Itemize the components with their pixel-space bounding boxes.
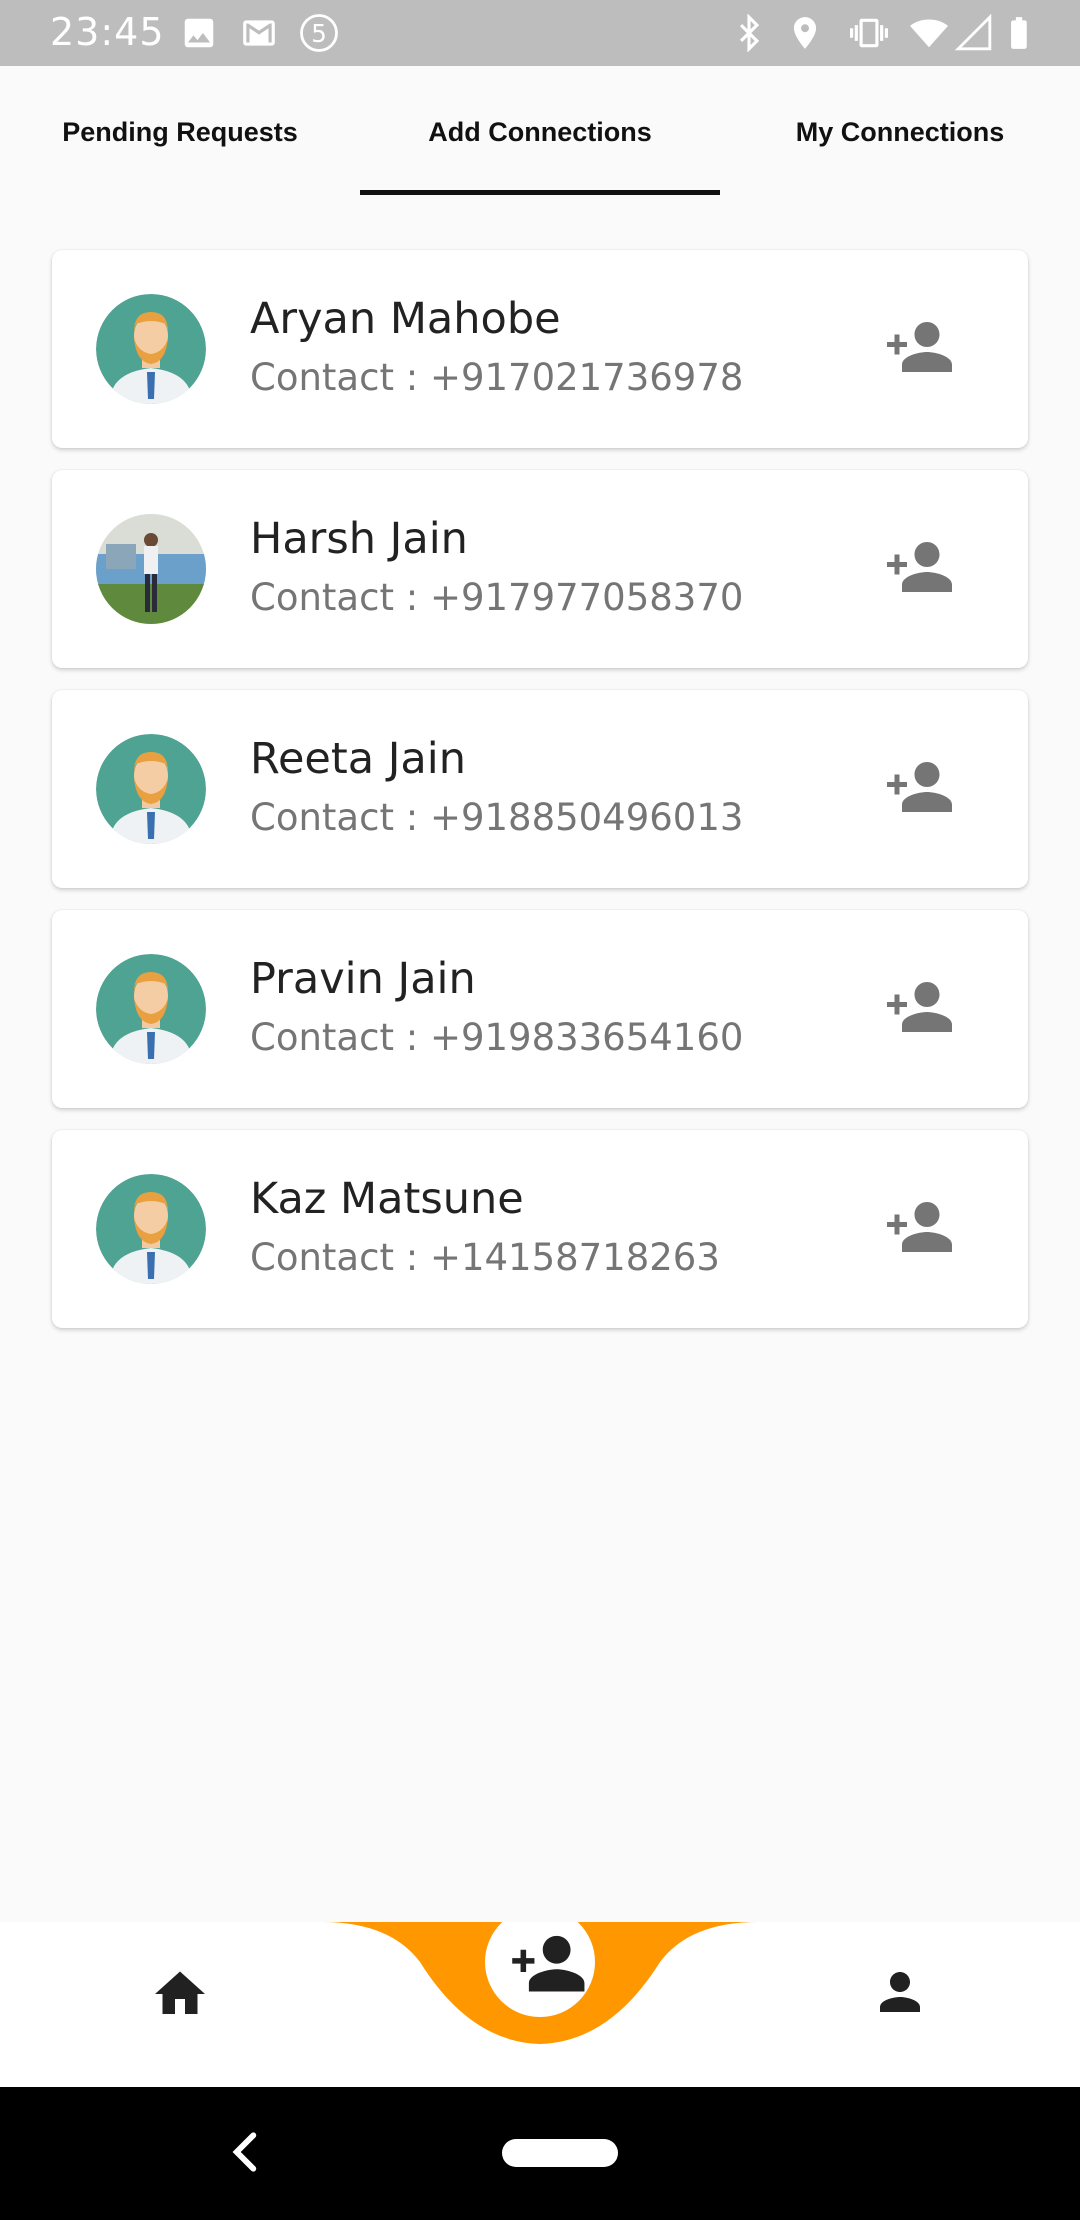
gmail-icon	[243, 20, 275, 46]
vibrate-icon	[850, 18, 888, 48]
system-navigation-bar	[0, 2087, 1080, 2220]
add-person-nav-icon[interactable]	[485, 1922, 595, 2022]
contact-card: Harsh Jain Contact : +917977058370	[52, 470, 1028, 668]
wifi-icon	[910, 19, 948, 48]
image-icon	[184, 18, 214, 48]
battery-icon	[1011, 17, 1027, 49]
contact-number: Contact : +14158718263	[250, 1236, 720, 1279]
person-icon[interactable]	[870, 1962, 930, 2022]
back-icon[interactable]	[225, 2127, 265, 2177]
svg-text:5: 5	[311, 19, 327, 48]
photo-avatar	[96, 514, 206, 624]
contact-name: Harsh Jain	[250, 514, 468, 564]
add-person-icon[interactable]	[882, 319, 952, 375]
contact-number: Contact : +917021736978	[250, 356, 744, 399]
tab-bar: Pending Requests Add Connections My Conn…	[0, 66, 1080, 198]
contact-card: Aryan Mahobe Contact : +917021736978	[52, 250, 1028, 448]
contact-name: Aryan Mahobe	[250, 294, 561, 344]
contact-number: Contact : +919833654160	[250, 1016, 744, 1059]
contact-card: Pravin Jain Contact : +919833654160	[52, 910, 1028, 1108]
default-avatar	[96, 1174, 206, 1284]
contact-list: Aryan Mahobe Contact : +917021736978 Har…	[52, 250, 1028, 1350]
home-icon[interactable]	[150, 1964, 210, 2024]
contact-card: Reeta Jain Contact : +918850496013	[52, 690, 1028, 888]
active-tab-indicator	[360, 190, 720, 195]
add-person-icon[interactable]	[882, 759, 952, 815]
signal-icon	[955, 14, 992, 51]
location-icon	[793, 17, 817, 49]
add-person-icon[interactable]	[882, 1199, 952, 1255]
contact-number: Contact : +918850496013	[250, 796, 744, 839]
tab-add-connections[interactable]: Add Connections	[360, 66, 720, 198]
default-avatar	[96, 954, 206, 1064]
contact-name: Reeta Jain	[250, 734, 466, 784]
contact-name: Kaz Matsune	[250, 1174, 524, 1224]
tab-pending-requests[interactable]: Pending Requests	[0, 66, 360, 198]
contact-card: Kaz Matsune Contact : +14158718263	[52, 1130, 1028, 1328]
contact-number: Contact : +917977058370	[250, 576, 744, 619]
status-bar: 23:45 5	[0, 0, 1080, 66]
five-icon: 5	[300, 14, 338, 52]
status-time: 23:45	[50, 10, 165, 54]
home-pill-button[interactable]	[502, 2139, 618, 2167]
default-avatar	[96, 734, 206, 844]
add-person-icon[interactable]	[882, 979, 952, 1035]
bottom-navigation	[0, 1922, 1080, 2087]
tab-my-connections[interactable]: My Connections	[720, 66, 1080, 198]
contact-name: Pravin Jain	[250, 954, 476, 1004]
add-person-icon[interactable]	[882, 539, 952, 595]
default-avatar	[96, 294, 206, 404]
bluetooth-icon	[739, 14, 760, 52]
